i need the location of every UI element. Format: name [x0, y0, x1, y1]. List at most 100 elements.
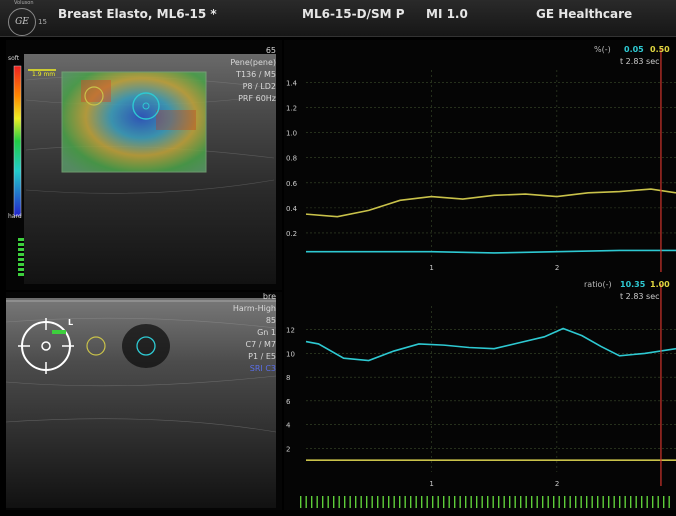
y-tick-label: 1.0: [286, 130, 297, 138]
upper-param-1: Pene(pene): [230, 58, 276, 67]
frame-tick: [404, 496, 406, 508]
frame-tick: [448, 496, 450, 508]
frame-tick: [437, 496, 439, 508]
frame-tick: [630, 496, 632, 508]
frame-tick: [382, 496, 384, 508]
frame-tick: [344, 496, 346, 508]
frame-tick: [520, 496, 522, 508]
lower-param-5: P1 / E5: [248, 352, 276, 361]
frame-tick: [388, 496, 390, 508]
frame-tick: [668, 496, 670, 508]
frame-tick: [531, 496, 533, 508]
frame-tick: [465, 496, 467, 508]
frame-tick: [641, 496, 643, 508]
lower-param-2: 85: [265, 316, 276, 325]
x-tick-label: 2: [555, 480, 559, 488]
frame-tick: [663, 496, 665, 508]
frame-tick: [421, 496, 423, 508]
y-tick-label: 0.8: [286, 155, 297, 163]
frame-tick: [613, 496, 615, 508]
y-tick-label: 10: [286, 350, 295, 358]
elasto-image-panel[interactable]: soft hard 1.9 mm 65 Pene(pene) T136 / M5…: [6, 40, 282, 290]
frame-tick: [525, 496, 527, 508]
y-tick-label: 4: [286, 422, 291, 430]
series-line-1: [306, 249, 676, 254]
scale-value: 1.9 mm: [32, 71, 56, 78]
frame-tick: [333, 496, 335, 508]
ge-logo: GE: [8, 8, 36, 36]
ratio-chart-panel: 2 4 6 8 10 12 1 2 ratio(-) 10.35 1.00 t 2.83 se…: [284, 276, 676, 510]
lower-param-4: C7 / M7: [245, 340, 276, 349]
company-label: GE Healthcare: [536, 7, 633, 21]
x-tick-label: 1: [429, 264, 433, 272]
frame-tick: [487, 496, 489, 508]
frame-tick: [564, 496, 566, 508]
frame-tick: [591, 496, 593, 508]
lower-depth: bre: [262, 292, 276, 301]
preset-title[interactable]: Breast Elasto, ML6-15 *: [58, 7, 217, 21]
orientation-marker: L: [68, 318, 74, 327]
series-line-0: [305, 188, 676, 218]
frame-tick: [459, 496, 461, 508]
frame-tick: [646, 496, 648, 508]
strain-value-cyan: 0.05: [624, 45, 644, 54]
lower-param-1: Harm-High: [232, 304, 276, 313]
frame-tick: [492, 496, 494, 508]
mi-readout: MI 1.0: [426, 7, 468, 21]
frame-tick: [410, 496, 412, 508]
y-tick-label: 0.2: [286, 230, 297, 238]
frame-tick: [481, 496, 483, 508]
upper-param-2: T136 / M5: [236, 70, 276, 79]
frame-tick: [366, 496, 368, 508]
frame-tick: [360, 496, 362, 508]
ratio-chart: 246810121 2: [286, 284, 676, 508]
strain-time: t 2.83 sec: [620, 57, 660, 66]
frame-tick: [349, 496, 351, 508]
frame-tick: [432, 496, 434, 508]
upper-param-3: P8 / LD2: [242, 82, 276, 91]
top-bar: Voluson GE 15 Breast Elasto, ML6-15 * ML…: [0, 0, 676, 37]
y-tick-label: 8: [286, 374, 290, 382]
frame-tick: [619, 496, 621, 508]
frame-tick: [569, 496, 571, 508]
frame-tick: [558, 496, 560, 508]
frame-tick: [608, 496, 610, 508]
strain-chart-panel: 0.2 0.4 0.6 0.8 1.0 1.2 1.4 1 2 %(-) 0.05 0.50 t…: [284, 40, 676, 276]
frame-tick: [514, 496, 516, 508]
frame-tick: [338, 496, 340, 508]
ratio-value-yellow: 1.00: [650, 280, 670, 289]
series-line-0: [305, 327, 676, 362]
ratio-legend-label: ratio(-): [584, 280, 612, 289]
frame-tick: [657, 496, 659, 508]
frame-tick: [575, 496, 577, 508]
frame-tick: [305, 496, 307, 508]
y-tick-label: 0.4: [286, 205, 298, 213]
frame-tick: [635, 496, 637, 508]
ratio-value-cyan: 10.35: [620, 280, 646, 289]
probe-label[interactable]: ML6-15-D/SM P: [302, 7, 405, 21]
frame-tick: [355, 496, 357, 508]
y-tick-label: 2: [286, 445, 290, 453]
frame-tick: [597, 496, 599, 508]
x-tick-label: 1: [429, 480, 433, 488]
frame-tick: [509, 496, 511, 508]
strain-value-yellow: 0.50: [650, 45, 670, 54]
y-tick-label: 1.2: [286, 105, 297, 113]
brand-number: 15: [38, 18, 47, 26]
frame-tick: [415, 496, 417, 508]
frame-tick: [371, 496, 373, 508]
frame-tick: [498, 496, 500, 508]
lower-param-3: Gn 1: [257, 328, 276, 337]
ratio-time: t 2.83 sec: [620, 292, 660, 301]
scale-top-label: soft: [8, 55, 20, 62]
frame-tick: [586, 496, 588, 508]
bmode-image-panel[interactable]: L bre Harm-High 85 Gn 1 C7 / M7 P1 / E5 …: [5, 292, 282, 510]
frame-tick: [470, 496, 472, 508]
brand-label: Voluson: [14, 0, 34, 6]
frame-tick: [443, 496, 445, 508]
frame-tick: [542, 496, 544, 508]
frame-tick: [454, 496, 456, 508]
y-tick-label: 1.4: [286, 80, 298, 88]
frame-tick: [322, 496, 324, 508]
frame-tick: [399, 496, 401, 508]
